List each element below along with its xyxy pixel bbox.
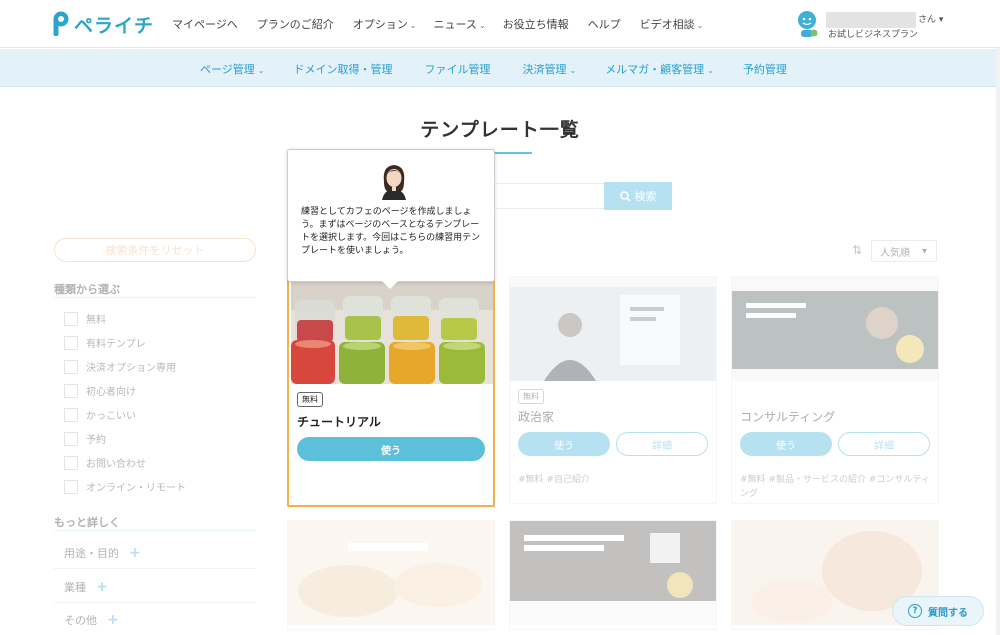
top-header: ペライチ マイページへ プランのご紹介 オプション ⌄ ニュース ⌄ お役立ち情報 …	[0, 0, 1000, 48]
chevron-down-icon: ⌄	[696, 21, 704, 30]
user-avatar-icon	[798, 11, 818, 37]
filter-cool[interactable]: かっこいい	[64, 407, 136, 422]
use-button[interactable]: 使う	[518, 432, 610, 456]
subnav-payments[interactable]: 決済管理 ⌄	[522, 61, 576, 77]
tooltip-arrow	[382, 281, 398, 289]
checkbox	[64, 479, 78, 494]
plus-icon: +	[129, 545, 141, 561]
detail-button[interactable]: 詳細	[838, 432, 930, 456]
divider	[54, 602, 256, 603]
reset-filters-button[interactable]: 検索条件をリセット	[54, 238, 256, 262]
free-badge: 無料	[518, 389, 544, 404]
type-heading: 種類から選ぶ	[54, 283, 120, 296]
filter-online[interactable]: オンライン・リモート	[64, 479, 186, 494]
checkbox	[64, 431, 78, 446]
chevron-down-icon: ⌄	[707, 66, 714, 75]
template-card[interactable]	[509, 520, 717, 630]
topnav-options[interactable]: オプション ⌄	[353, 16, 417, 32]
template-card[interactable]	[287, 520, 495, 630]
filter-contact[interactable]: お問い合わせ	[64, 455, 146, 470]
accordion-industry[interactable]: 業種 +	[64, 579, 108, 595]
checkbox	[64, 383, 78, 398]
guide-avatar-icon	[382, 165, 406, 200]
divider	[54, 530, 256, 531]
checkbox	[64, 311, 78, 326]
template-thumbnail	[288, 521, 494, 625]
template-thumbnail	[291, 280, 493, 384]
template-tags: #無料 #自己紹介	[518, 475, 590, 485]
accordion-other[interactable]: その他 +	[64, 612, 119, 628]
user-menu[interactable]: さん ▾ お試しビジネスプラン	[796, 8, 956, 40]
tutorial-tooltip: 練習としてカフェのページを作成しましょう。まずはページのベースとなるテンプレート…	[287, 149, 495, 289]
topnav-mypage[interactable]: マイページへ	[172, 16, 240, 32]
tutorial-template-card[interactable]: 無料 チュートリアル 使う	[287, 276, 495, 507]
subnav-files[interactable]: ファイル管理	[424, 61, 493, 77]
perai-logo-icon	[53, 11, 69, 36]
subnav-domain[interactable]: ドメイン取得・管理	[293, 61, 395, 77]
checkbox	[64, 455, 78, 470]
search-input[interactable]	[480, 183, 604, 209]
plus-icon: +	[107, 612, 119, 628]
sort-icon: ⇅	[852, 243, 863, 257]
filter-paid[interactable]: 有料テンプレ	[64, 335, 146, 350]
user-suffix: さん ▾	[918, 15, 944, 25]
chevron-down-icon: ⌄	[409, 21, 417, 30]
search-button[interactable]: 検索	[604, 182, 672, 210]
subnav-reservation[interactable]: 予約管理	[743, 61, 790, 77]
divider	[54, 568, 256, 569]
template-card[interactable]: 無料 政治家 使う 詳細 #無料 #自己紹介	[509, 276, 717, 504]
template-thumbnail	[510, 521, 716, 625]
template-card[interactable]: コンサルティング 使う 詳細 #無料 #製品・サービスの紹介 #コンサルティング	[731, 276, 939, 504]
checkbox	[64, 335, 78, 350]
topnav-news[interactable]: ニュース ⌄	[433, 16, 485, 32]
filter-free[interactable]: 無料	[64, 311, 106, 326]
topnav-plans[interactable]: プランのご紹介	[257, 16, 336, 32]
use-template-button[interactable]: 使う	[297, 437, 485, 461]
subnav-mailmag[interactable]: メルマガ・顧客管理 ⌄	[605, 61, 714, 77]
checkbox	[64, 407, 78, 422]
filter-payment-option[interactable]: 決済オプション専用	[64, 359, 176, 374]
free-badge: 無料	[297, 392, 323, 407]
template-thumbnail	[510, 277, 716, 381]
topnav-video-consult[interactable]: ビデオ相談 ⌄	[640, 16, 704, 32]
more-heading: もっと詳しく	[54, 516, 120, 529]
chevron-down-icon: ⌄	[478, 21, 486, 30]
use-button[interactable]: 使う	[740, 432, 832, 456]
sub-nav: ページ管理 ⌄ ドメイン取得・管理 ファイル管理 決済管理 ⌄ メルマガ・顧客管理 ⌄…	[0, 49, 1000, 87]
chevron-down-icon: ⌄	[257, 66, 265, 75]
divider	[54, 297, 256, 298]
topnav-useful-info[interactable]: お役立ち情報	[503, 16, 571, 32]
sort-select[interactable]: 人気順 ▾	[871, 240, 937, 262]
brand-name: ペライチ	[74, 14, 155, 37]
subnav-page-management[interactable]: ページ管理 ⌄	[200, 61, 264, 77]
accordion-purpose[interactable]: 用途・目的 +	[64, 545, 141, 561]
page-title: テンプレート一覧	[420, 119, 580, 141]
chevron-down-icon: ⌄	[569, 66, 577, 75]
template-tags: #無料 #製品・サービスの紹介 #コンサルティング	[740, 475, 930, 499]
template-name: 政治家	[518, 410, 555, 424]
filter-beginner[interactable]: 初心者向け	[64, 383, 136, 398]
detail-button[interactable]: 詳細	[616, 432, 708, 456]
tooltip-text: 練習としてカフェのページを作成しましょう。まずはページのベースとなるテンプレート…	[301, 207, 481, 256]
user-plan: お試しビジネスプラン	[828, 30, 919, 40]
plus-icon: +	[96, 579, 108, 595]
template-name: コンサルティング	[740, 410, 836, 424]
filter-reservation[interactable]: 予約	[64, 431, 106, 446]
question-icon: ?	[908, 604, 922, 618]
template-thumbnail	[732, 277, 938, 381]
ask-question-button[interactable]: ? 質問する	[892, 596, 984, 626]
logo[interactable]: ペライチ	[52, 10, 154, 38]
chevron-down-icon: ▾	[922, 245, 928, 257]
topnav-help[interactable]: ヘルプ	[588, 16, 623, 32]
template-name: チュートリアル	[297, 415, 381, 429]
checkbox	[64, 359, 78, 374]
search-icon	[619, 190, 631, 202]
top-nav: マイページへ プランのご紹介 オプション ⌄ ニュース ⌄ お役立ち情報 ヘルプ ビ…	[172, 16, 720, 32]
user-name-redacted	[826, 12, 916, 28]
